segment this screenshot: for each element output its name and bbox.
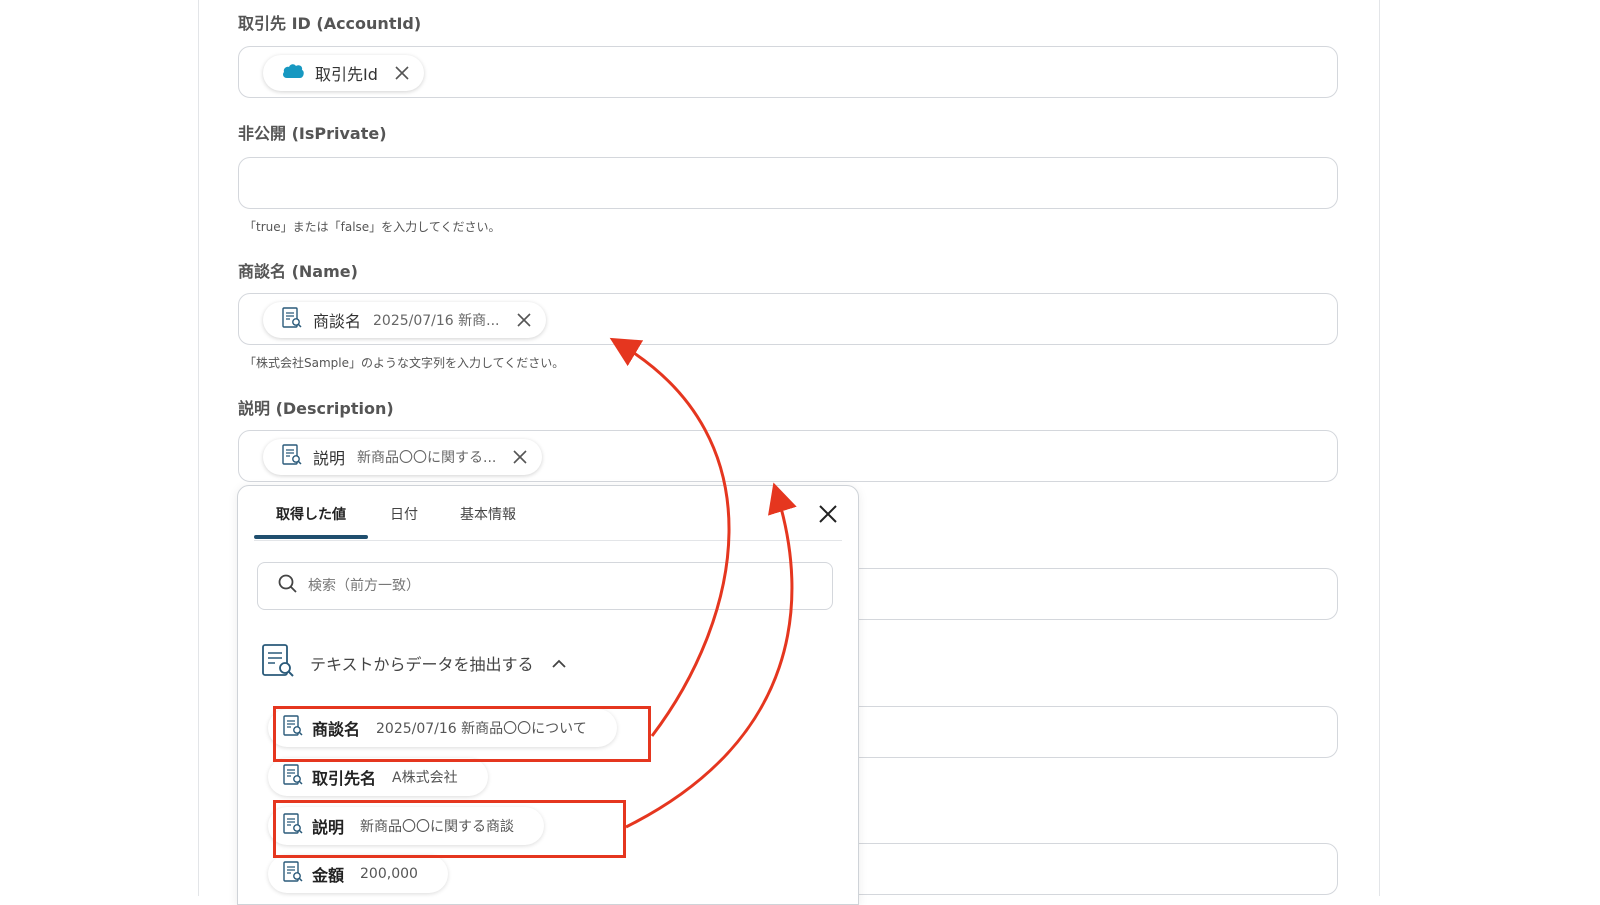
search-icon [278, 574, 298, 598]
tab-acquired-values[interactable]: 取得した値 [276, 504, 346, 524]
remove-chip-close-icon[interactable] [394, 65, 410, 81]
name-field[interactable]: 商談名 2025/07/16 新商... [238, 293, 1338, 345]
chevron-up-icon[interactable] [551, 654, 566, 673]
field-label-description: 説明 (Description) [238, 399, 394, 418]
name-chip[interactable]: 商談名 2025/07/16 新商... [263, 302, 546, 338]
is-private-field[interactable] [238, 157, 1338, 209]
field-label-is-private: 非公開 (IsPrivate) [238, 124, 387, 143]
chip-title: 説明 [313, 449, 346, 468]
remove-chip-close-icon[interactable] [516, 312, 532, 328]
list-item[interactable]: 商談名 2025/07/16 新商品〇〇について [268, 709, 617, 747]
search-input[interactable] [306, 577, 790, 595]
active-tab-indicator [254, 535, 368, 539]
description-chip[interactable]: 説明 新商品〇〇に関する... [263, 439, 543, 475]
is-private-hint: 「true」または「false」を入力してください。 [244, 220, 501, 234]
document-search-icon [281, 443, 303, 471]
group-title: テキストからデータを抽出する [310, 655, 534, 674]
list-item[interactable]: 取引先名 A株式会社 [268, 758, 488, 796]
description-field[interactable]: 説明 新商品〇〇に関する... [238, 430, 1338, 482]
field-label-name: 商談名 (Name) [238, 262, 358, 281]
item-value: 200,000 [360, 866, 418, 882]
close-icon[interactable] [816, 502, 840, 526]
salesforce-cloud-icon [281, 63, 305, 83]
remove-chip-close-icon[interactable] [512, 449, 528, 465]
item-title: 商談名 [312, 720, 361, 739]
tab-date[interactable]: 日付 [390, 504, 418, 524]
item-title: 取引先名 [312, 769, 377, 788]
item-value: 2025/07/16 新商品〇〇について [376, 721, 587, 737]
document-search-icon [282, 763, 304, 791]
document-search-icon [282, 860, 304, 888]
document-search-icon [282, 714, 304, 742]
list-item[interactable]: 説明 新商品〇〇に関する商談 [268, 807, 545, 845]
variable-picker-popup: 取得した値 日付 基本情報 テキストからデータを抽出する 商談名 2025/07… [237, 485, 859, 905]
document-search-icon [282, 812, 304, 840]
search-box [257, 562, 833, 610]
list-item[interactable]: 金額 200,000 [268, 855, 448, 893]
picker-tabs: 取得した値 日付 基本情報 [254, 486, 842, 541]
item-title: 金額 [312, 866, 345, 885]
chip-title: 商談名 [313, 312, 362, 331]
chip-value: 2025/07/16 新商... [373, 313, 500, 329]
account-id-chip[interactable]: 取引先Id [263, 55, 424, 91]
account-id-field[interactable]: 取引先Id [238, 46, 1338, 98]
item-title: 説明 [312, 818, 345, 837]
document-search-icon [260, 642, 296, 684]
name-hint: 「株式会社Sample」のような文字列を入力してください。 [244, 356, 565, 370]
document-search-icon [281, 306, 303, 334]
item-value: A株式会社 [392, 770, 458, 786]
field-label-account-id: 取引先 ID (AccountId) [238, 14, 422, 33]
chip-value: 新商品〇〇に関する... [357, 450, 497, 466]
chip-title: 取引先Id [315, 65, 378, 84]
tab-basic-info[interactable]: 基本情報 [460, 504, 516, 524]
extract-group-header[interactable]: テキストからデータを抽出する [260, 642, 566, 684]
item-value: 新商品〇〇に関する商談 [360, 819, 515, 835]
